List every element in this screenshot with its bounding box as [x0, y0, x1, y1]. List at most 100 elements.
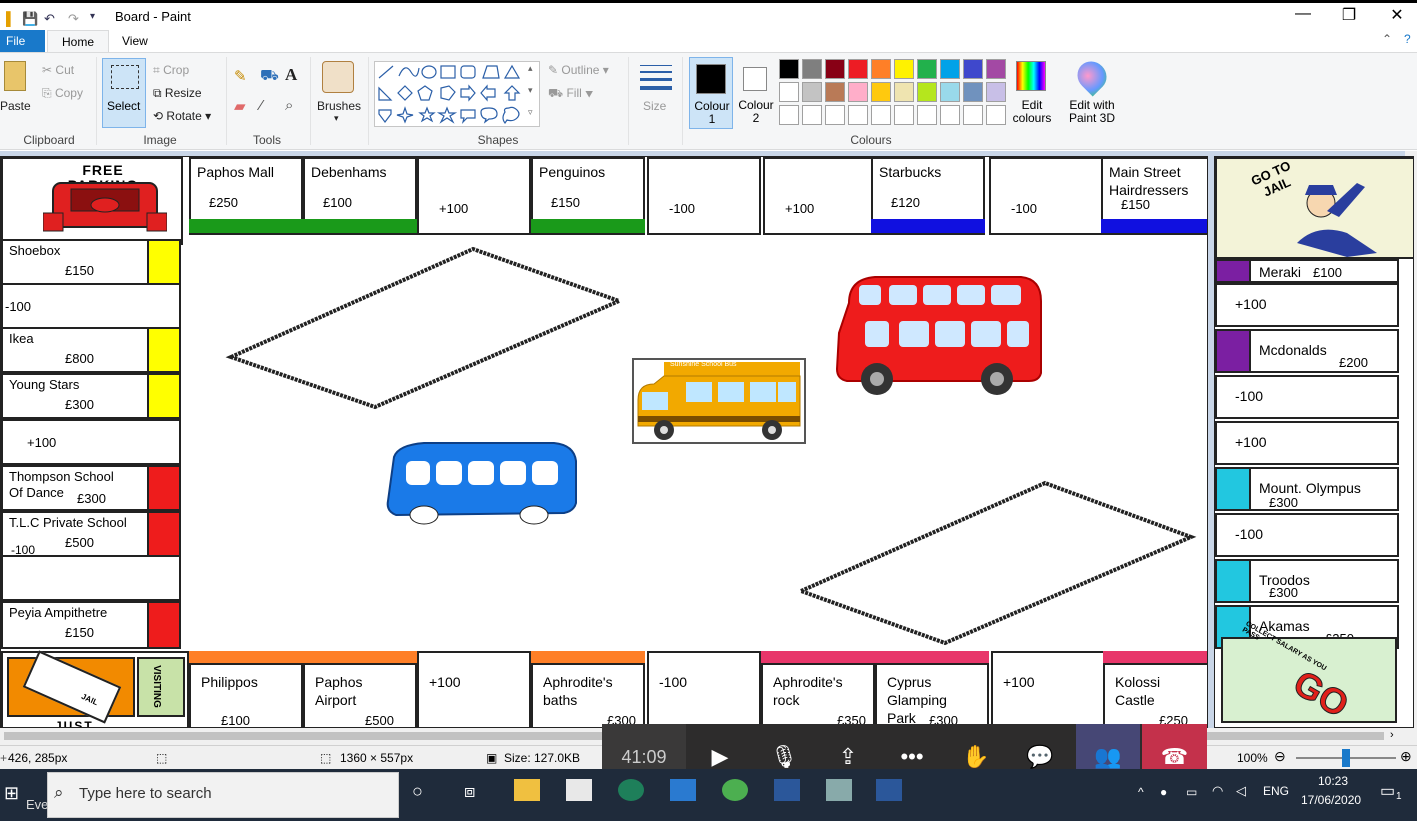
colour-picker-icon[interactable]: ⁄ — [260, 97, 263, 114]
shapes-scroll-up-icon[interactable]: ▴ — [528, 63, 533, 74]
palette-swatch[interactable] — [802, 59, 822, 79]
palette-swatch[interactable] — [963, 59, 983, 79]
tab-view[interactable]: View — [108, 30, 162, 52]
pencil-icon[interactable]: ✎ — [234, 67, 247, 85]
paint3d-icon[interactable] — [1071, 55, 1113, 97]
zoom-slider-thumb[interactable] — [1342, 749, 1350, 767]
palette-swatch[interactable] — [940, 59, 960, 79]
brushes-dropdown-icon[interactable]: ▾ — [334, 113, 339, 124]
clock-time[interactable]: 10:23 — [1318, 774, 1348, 788]
eraser-icon[interactable]: ▰ — [234, 97, 246, 115]
cut-label: Cut — [55, 63, 75, 77]
language-indicator[interactable]: ENG — [1263, 784, 1289, 798]
store-icon[interactable] — [566, 779, 592, 801]
palette-swatch[interactable] — [986, 82, 1006, 102]
size-icon[interactable] — [640, 65, 672, 90]
palette-swatch[interactable] — [779, 82, 799, 102]
edge-icon[interactable] — [618, 779, 644, 801]
rotate-button[interactable]: ⟲ Rotate ▾ — [153, 109, 211, 123]
tray-battery-icon[interactable]: ▭ — [1186, 785, 1197, 799]
palette-swatch[interactable] — [894, 105, 914, 125]
scroll-right-icon[interactable]: › — [1390, 729, 1394, 741]
palette-swatch[interactable] — [848, 59, 868, 79]
palette-swatch[interactable] — [825, 59, 845, 79]
shapes-scroll-down-icon[interactable]: ▾ — [528, 85, 533, 96]
palette-swatch[interactable] — [917, 59, 937, 79]
volume-icon[interactable]: ◁ — [1236, 783, 1246, 799]
palette-swatch[interactable] — [825, 105, 845, 125]
palette-swatch[interactable] — [917, 82, 937, 102]
clock-date[interactable]: 17/06/2020 — [1301, 793, 1361, 807]
fill-button[interactable]: ⛟ Fill ▾ — [548, 86, 593, 102]
edit-with-paint3d-button[interactable]: Edit with Paint 3D — [1062, 99, 1122, 125]
palette-swatch[interactable] — [917, 105, 937, 125]
shapes-more-icon[interactable]: ▿ — [528, 107, 533, 118]
zoom-out-button[interactable]: ⊖ — [1274, 748, 1286, 765]
palette-swatch[interactable] — [940, 82, 960, 102]
colour1-button[interactable]: Colour 1 — [689, 57, 733, 129]
undo-icon[interactable]: ↶ — [44, 11, 55, 27]
copy-button[interactable]: ⎘ Copy — [42, 86, 83, 101]
shapes-gallery[interactable] — [374, 61, 540, 127]
palette-swatch[interactable] — [894, 82, 914, 102]
paint-taskbar-icon[interactable] — [826, 779, 852, 801]
word-icon-1[interactable] — [774, 779, 800, 801]
palette-swatch[interactable] — [894, 59, 914, 79]
brush-icon[interactable] — [322, 61, 354, 93]
windows-start-icon[interactable]: ⊞ — [4, 783, 19, 804]
palette-swatch[interactable] — [871, 59, 891, 79]
palette-swatch[interactable] — [825, 82, 845, 102]
edit-colours-icon[interactable] — [1016, 61, 1046, 91]
edit-colours-button[interactable]: Edit colours — [1010, 99, 1054, 125]
resize-button[interactable]: ⧉ Resize — [153, 86, 202, 101]
palette-swatch[interactable] — [986, 59, 1006, 79]
palette-swatch[interactable] — [871, 82, 891, 102]
help-icon[interactable]: ? — [1404, 32, 1411, 46]
notifications-icon[interactable]: ▭ — [1380, 781, 1395, 801]
tab-home[interactable]: Home — [47, 30, 110, 52]
tab-file[interactable]: File — [0, 30, 45, 52]
zoom-in-button[interactable]: ⊕ — [1400, 748, 1412, 765]
task-view-icon[interactable]: ⧈ — [464, 781, 475, 802]
paste-icon[interactable] — [4, 61, 26, 91]
palette-swatch[interactable] — [779, 59, 799, 79]
minimize-button[interactable]: — — [1280, 5, 1326, 23]
fill-bucket-icon[interactable]: ⛟ — [260, 67, 279, 86]
word-icon-2[interactable] — [876, 779, 902, 801]
close-button[interactable]: ✕ — [1374, 5, 1417, 25]
collapse-ribbon-icon[interactable]: ⌃ — [1382, 32, 1392, 46]
paste-button[interactable]: Paste — [0, 99, 31, 113]
brushes-button[interactable]: Brushes — [317, 99, 361, 113]
palette-swatch[interactable] — [963, 105, 983, 125]
palette-swatch[interactable] — [848, 105, 868, 125]
select-button[interactable]: Select — [102, 58, 146, 128]
palette-swatch[interactable] — [779, 105, 799, 125]
restore-button[interactable]: ❐ — [1326, 5, 1372, 25]
tray-mic-icon[interactable]: ● — [1160, 785, 1167, 799]
redo-icon[interactable]: ↷ — [68, 11, 79, 27]
palette-swatch[interactable] — [802, 105, 822, 125]
mail-icon[interactable] — [670, 779, 696, 801]
palette-swatch[interactable] — [802, 82, 822, 102]
magnifier-icon[interactable]: ⌕ — [285, 97, 293, 114]
cut-button[interactable]: ✂ Cut — [42, 63, 74, 77]
monopoly-board-canvas[interactable]: FREE PARKING Paphos Mall £250 Debenhams £10… — [0, 156, 1208, 728]
file-explorer-icon[interactable] — [514, 779, 540, 801]
outline-button[interactable]: ✎ Outline ▾ — [548, 63, 609, 77]
wifi-icon[interactable]: ◠ — [1212, 783, 1223, 799]
chrome-icon[interactable] — [722, 779, 748, 801]
palette-swatch[interactable] — [848, 82, 868, 102]
cortana-icon[interactable]: ○ — [412, 781, 423, 802]
save-icon[interactable]: 💾 — [22, 11, 38, 27]
size-button[interactable]: Size — [643, 99, 666, 113]
palette-swatch[interactable] — [963, 82, 983, 102]
taskbar-search-box[interactable]: ⌕ Type here to search — [47, 772, 399, 818]
colour2-button[interactable]: Colour 2 — [735, 57, 777, 129]
tray-overflow-icon[interactable]: ^ — [1138, 785, 1144, 799]
palette-swatch[interactable] — [871, 105, 891, 125]
text-tool-icon[interactable]: A — [285, 65, 297, 85]
customize-toolbar-icon[interactable]: ▾ — [90, 11, 95, 22]
crop-button[interactable]: ⌗ Crop — [153, 63, 189, 78]
palette-swatch[interactable] — [940, 105, 960, 125]
palette-swatch[interactable] — [986, 105, 1006, 125]
